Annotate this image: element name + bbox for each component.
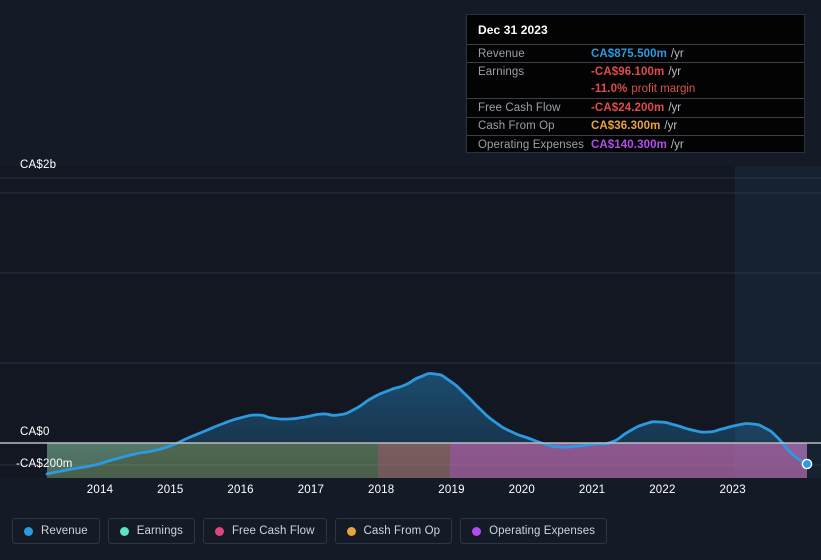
legend-color-dot (24, 526, 33, 536)
tooltip-date: Dec 31 2023 (478, 23, 548, 37)
x-axis-tick: 2021 (578, 484, 606, 496)
chart-screenshot: CA$2b CA$0 -CA$200m 2014 2015 2016 2017 2018… (0, 0, 821, 560)
x-axis-tick: 2016 (227, 484, 254, 496)
tooltip-row-label: Free Cash Flow (478, 101, 561, 114)
x-axis-tick: 2017 (297, 484, 325, 496)
chart-svg (0, 166, 821, 478)
legend-color-dot (346, 526, 356, 536)
tooltip-row-label: Revenue (478, 47, 525, 60)
x-axis-tick: 2022 (649, 484, 676, 496)
x-axis: 2014 2015 2016 2017 2018 2019 2020 2021 2022 2023 (0, 484, 821, 500)
legend-item-revenue[interactable]: Revenue (12, 518, 100, 544)
chart-tooltip: Dec 31 2023 Revenue CA$875.500m/yr Earning… (466, 14, 805, 153)
y-axis-label-negative: -CA$200m (16, 458, 73, 470)
tooltip-row-value: -CA$96.100m (591, 66, 665, 79)
tooltip-row-value: -CA$24.200m (591, 101, 665, 114)
x-axis-tick: 2014 (86, 484, 114, 496)
tooltip-row-unit: /yr (668, 66, 682, 79)
tooltip-row: -11.0% profit margin (467, 81, 804, 98)
x-axis-tick: 2018 (367, 484, 395, 496)
x-axis-tick: 2020 (508, 484, 535, 496)
legend-color-dot (472, 526, 482, 536)
y-axis-label-top: CA$2b (20, 159, 57, 171)
legend-label: Free Cash Flow (231, 525, 315, 537)
tooltip-row-value: CA$875.500m (591, 47, 667, 60)
endpoint-revenue (801, 458, 813, 470)
x-axis-tick: 2019 (438, 484, 465, 496)
legend-item-operating-expenses[interactable]: Operating Expenses (460, 518, 608, 544)
legend-label: Operating Expenses (489, 525, 596, 537)
tooltip-row: Free Cash Flow -CA$24.200m/yr (467, 98, 804, 116)
legend-label: Cash From Op (363, 525, 441, 537)
tooltip-row: Earnings -CA$96.100m/yr (467, 62, 804, 80)
tooltip-row-label: Earnings (478, 66, 525, 79)
legend-color-dot (119, 526, 129, 536)
legend-item-cash-from-op[interactable]: Cash From Op (334, 518, 453, 544)
tooltip-row: Operating Expenses CA$140.300m/yr (467, 134, 804, 153)
tooltip-row-value: CA$36.300m (591, 120, 661, 133)
legend-color-dot (214, 526, 224, 536)
legend-label: Revenue (41, 525, 88, 537)
y-axis-label-zero: CA$0 (20, 426, 50, 438)
legend-item-free-cash-flow[interactable]: Free Cash Flow (202, 518, 327, 544)
area-operating-expenses (450, 443, 807, 478)
tooltip-row-unit: /yr (670, 138, 684, 151)
tooltip-row-unit: /yr (664, 120, 678, 133)
x-axis-tick: 2023 (719, 484, 746, 496)
tooltip-row-value: -11.0% (591, 83, 628, 96)
chart-legend[interactable]: Revenue Earnings Free Cash Flow Cash From O… (12, 518, 608, 544)
tooltip-row: Revenue CA$875.500m/yr (467, 44, 804, 62)
legend-item-earnings[interactable]: Earnings (107, 518, 195, 544)
tooltip-rows: Revenue CA$875.500m/yr Earnings -CA$96.100m… (467, 44, 804, 153)
tooltip-row-unit: /yr (668, 101, 682, 114)
legend-label: Earnings (136, 525, 183, 537)
chart-plot-area (0, 166, 821, 478)
tooltip-row-value: CA$140.300m (591, 138, 667, 151)
x-axis-tick: 2015 (157, 484, 184, 496)
tooltip-row: Cash From Op CA$36.300m/yr (467, 116, 804, 135)
tooltip-row-unit: profit margin (631, 83, 696, 96)
tooltip-row-label: Operating Expenses (478, 138, 585, 151)
tooltip-row-unit: /yr (670, 47, 684, 60)
tooltip-row-label: Cash From Op (478, 120, 555, 133)
